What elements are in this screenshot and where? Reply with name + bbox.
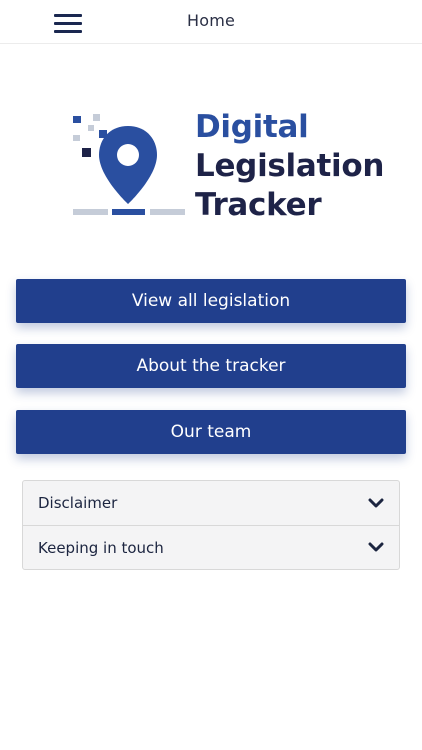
accordion-item-disclaimer[interactable]: Disclaimer <box>23 481 399 525</box>
accordion-label: Disclaimer <box>38 494 118 512</box>
view-all-legislation-button[interactable]: View all legislation <box>16 279 406 323</box>
chevron-down-icon <box>367 541 385 555</box>
logo-text: Digital Legislation Tracker <box>195 108 384 225</box>
logo-line-digital: Digital <box>195 109 309 145</box>
accordion-item-keeping-in-touch[interactable]: Keeping in touch <box>23 525 399 569</box>
our-team-button[interactable]: Our team <box>16 410 406 454</box>
page-title: Home <box>186 11 236 30</box>
chevron-down-icon <box>367 496 385 510</box>
map-pin-pixel-icon <box>73 114 185 215</box>
logo-line-legislation: Legislation <box>195 148 385 184</box>
info-accordion: Disclaimer Keeping in touch <box>22 480 400 570</box>
accordion-label: Keeping in touch <box>38 538 164 557</box>
about-the-tracker-button[interactable]: About the tracker <box>16 344 406 388</box>
top-bar: Home <box>0 0 422 44</box>
logo-line-tracker: Tracker <box>195 187 322 223</box>
app-logo: Digital Legislation Tracker <box>68 108 384 223</box>
